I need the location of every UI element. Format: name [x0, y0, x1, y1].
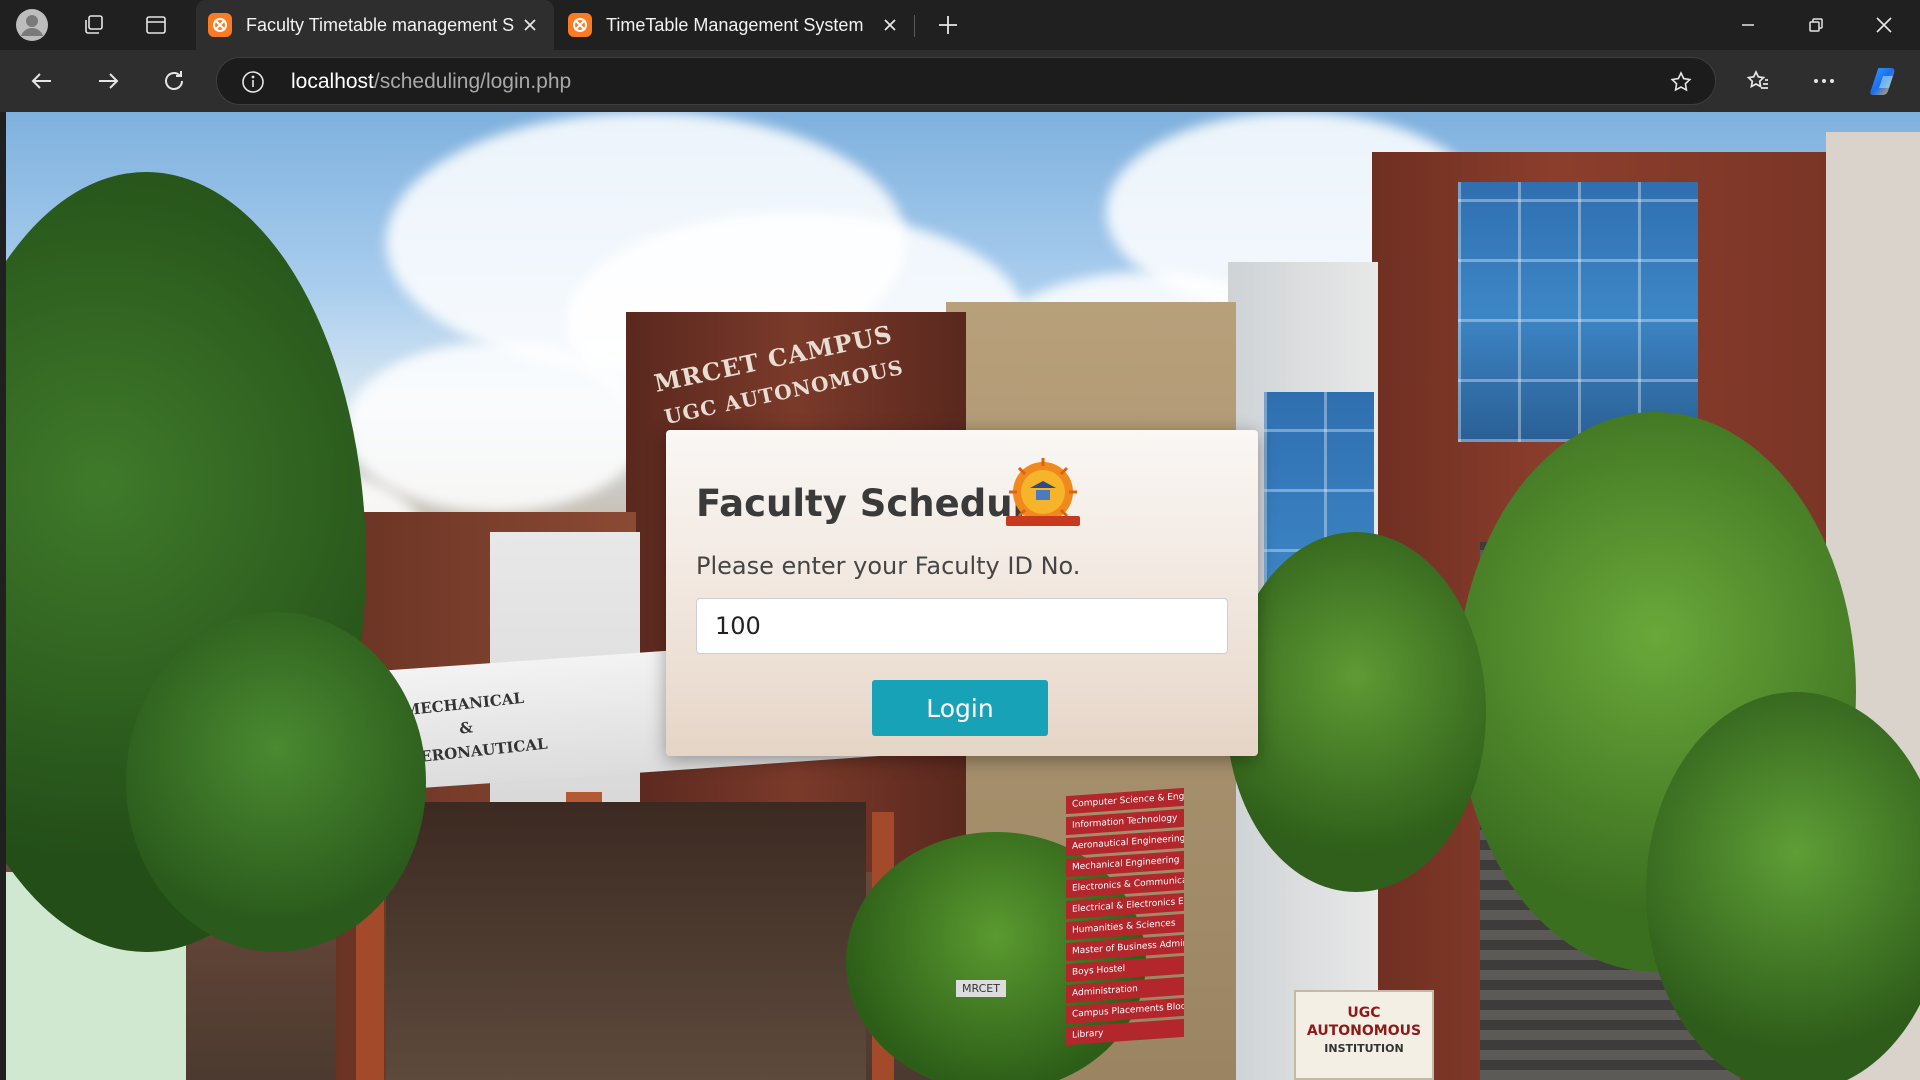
close-window-icon[interactable] [1850, 0, 1918, 50]
tab-title: Faculty Timetable management Sy [246, 14, 514, 35]
page-background-campus-photo: MRCET CAMPUS UGC AUTONOMOUS MECHANICAL &… [6, 112, 1920, 1080]
tree-middle [1226, 532, 1486, 892]
ugc-board-line2: INSTITUTION [1324, 1042, 1404, 1055]
browser-navbar: localhost/scheduling/login.php [0, 50, 1920, 112]
refresh-icon[interactable] [156, 63, 192, 99]
favorite-star-icon[interactable] [1669, 70, 1693, 99]
glass-windows [1458, 182, 1698, 442]
login-button[interactable]: Login [872, 680, 1048, 736]
tab-faculty-timetable[interactable]: Faculty Timetable management Sy [196, 0, 554, 50]
browser-titlebar: Faculty Timetable management Sy TimeTabl… [0, 0, 1920, 50]
url-text[interactable]: localhost/scheduling/login.php [291, 70, 571, 94]
close-tab-icon[interactable] [520, 15, 540, 35]
workspaces-icon[interactable] [76, 7, 112, 43]
cloud [346, 342, 646, 512]
mrcet-plaque: MRCET [956, 980, 1006, 997]
direction-signboard: Computer Science & Engineering Informatio… [1066, 787, 1184, 1080]
tab-actions-icon[interactable] [138, 7, 174, 43]
ugc-board-line1: UGC AUTONOMOUS [1306, 1005, 1422, 1039]
more-options-icon[interactable] [1806, 63, 1842, 99]
copilot-icon[interactable] [1868, 63, 1904, 99]
back-icon[interactable] [24, 63, 60, 99]
faculty-id-input[interactable] [696, 598, 1228, 654]
address-bar[interactable]: localhost/scheduling/login.php [216, 57, 1716, 105]
forward-icon[interactable] [90, 63, 126, 99]
url-host: localhost [291, 70, 374, 93]
tab-title: TimeTable Management System [606, 14, 864, 35]
favorites-icon[interactable] [1740, 63, 1776, 99]
profile-avatar-icon[interactable] [14, 7, 50, 43]
new-tab-icon[interactable] [930, 7, 966, 43]
tab-separator [914, 15, 915, 37]
login-card: Faculty Schedule Please enter your Facul… [666, 430, 1258, 756]
college-logo-icon [998, 458, 1088, 532]
tree-left-lower [126, 612, 426, 952]
minimize-icon[interactable] [1714, 0, 1782, 50]
restore-icon[interactable] [1782, 0, 1850, 50]
tab-timetable-management[interactable]: TimeTable Management System [556, 0, 914, 50]
close-tab-icon[interactable] [880, 15, 900, 35]
faculty-id-prompt: Please enter your Faculty ID No. [696, 552, 1081, 580]
ugc-board: UGC AUTONOMOUS INSTITUTION [1294, 990, 1434, 1080]
entrance-shade [386, 802, 866, 1080]
url-path: /scheduling/login.php [373, 70, 572, 93]
xampp-favicon-icon [568, 13, 592, 37]
site-info-icon[interactable] [241, 70, 265, 99]
xampp-favicon-icon [208, 13, 232, 37]
